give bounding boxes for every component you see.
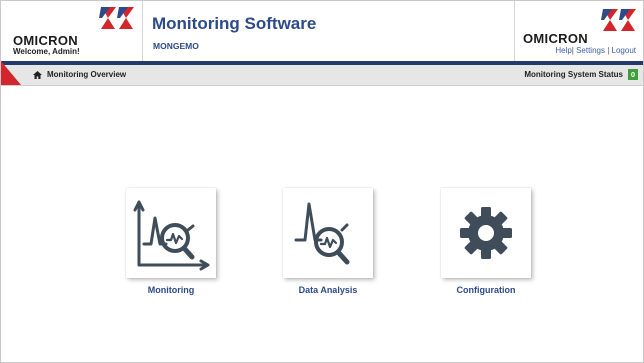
welcome-text: Welcome, Admin! [13, 47, 80, 56]
breadcrumb[interactable]: Monitoring Overview [33, 70, 126, 79]
configuration-tile[interactable] [441, 188, 531, 278]
breadcrumb-label: Monitoring Overview [47, 70, 127, 79]
navbar: Monitoring Overview Monitoring System St… [1, 65, 643, 86]
brand-left: OMICRON Welcome, Admin! [1, 1, 143, 61]
status-badge[interactable]: 0 [628, 69, 638, 80]
link-separator: | [571, 46, 574, 55]
page-subtitle: MONGEMO [153, 41, 199, 51]
configuration-label[interactable]: Configuration [421, 285, 551, 295]
brand-name: OMICRON [523, 31, 588, 46]
monitoring-label[interactable]: Monitoring [106, 285, 236, 295]
nav-corner-accent [1, 61, 21, 85]
data-analysis-icon [294, 202, 350, 265]
logout-link[interactable]: Logout [612, 46, 636, 55]
monitoring-tile[interactable] [126, 188, 216, 278]
omicron-logo-icon [601, 9, 636, 31]
data-analysis-tile[interactable] [283, 188, 373, 278]
app-window: OMICRON Welcome, Admin! Monitoring Softw… [0, 0, 644, 363]
link-separator: | [607, 46, 610, 55]
header-links: Help| Settings | Logout [555, 46, 636, 55]
help-link[interactable]: Help [555, 46, 571, 55]
home-icon [33, 70, 42, 79]
brand-name: OMICRON [13, 33, 78, 48]
gear-icon [460, 207, 512, 259]
brand-right: OMICRON Help| Settings | Logout [514, 1, 643, 61]
header: OMICRON Welcome, Admin! Monitoring Softw… [1, 1, 643, 61]
omicron-logo-icon [99, 7, 134, 29]
settings-link[interactable]: Settings [576, 46, 605, 55]
page-title: Monitoring Software [152, 14, 317, 33]
data-analysis-label[interactable]: Data Analysis [263, 285, 393, 295]
monitoring-chart-icon [133, 200, 210, 271]
system-status: Monitoring System Status 0 [524, 69, 638, 80]
status-label: Monitoring System Status [524, 70, 623, 79]
